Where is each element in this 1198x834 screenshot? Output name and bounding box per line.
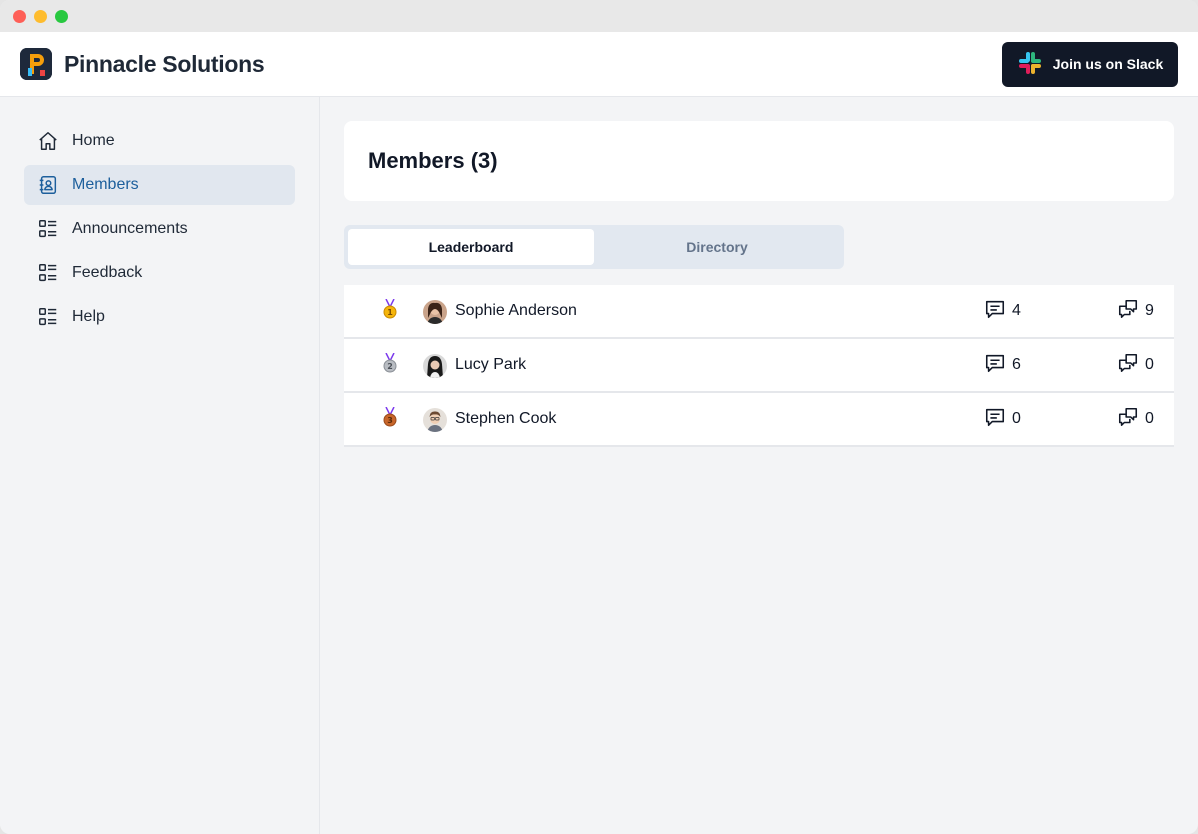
svg-text:1: 1: [387, 308, 393, 317]
svg-text:3: 3: [387, 416, 393, 425]
app-logo: [20, 48, 52, 80]
app-name: Pinnacle Solutions: [64, 50, 265, 77]
member-name[interactable]: Stephen Cook: [455, 410, 556, 428]
replies-value: 0: [1145, 356, 1154, 373]
bronze-medal-icon: 3: [382, 406, 398, 434]
comment-icon: [984, 298, 1006, 325]
main-area: Home Members Announcements Feedback Help…: [0, 97, 1198, 834]
replies-count: 0: [1117, 352, 1154, 379]
comments-value: 6: [1012, 356, 1021, 373]
sidebar-item-help[interactable]: Help: [24, 297, 295, 337]
slack-icon: [1017, 50, 1043, 79]
comments-count: 4: [984, 298, 1021, 325]
avatar: [423, 300, 447, 324]
sidebar-item-members[interactable]: Members: [24, 165, 295, 205]
replies-value: 9: [1145, 302, 1154, 319]
contacts-icon: [36, 173, 60, 197]
window-titlebar: [0, 0, 1198, 32]
replies-count: 0: [1117, 406, 1154, 433]
table-row[interactable]: 2 Lucy Park 6 0: [344, 339, 1174, 393]
leaderboard-list: 1 Sophie Anderson 4 9 2 Lucy Park 6 0 3 …: [344, 285, 1174, 447]
table-row[interactable]: 3 Stephen Cook 0 0: [344, 393, 1174, 447]
member-name[interactable]: Lucy Park: [455, 356, 526, 374]
silver-medal-icon: 2: [382, 352, 398, 380]
comments-count: 6: [984, 352, 1021, 379]
replies-value: 0: [1145, 410, 1154, 427]
svg-text:2: 2: [387, 362, 393, 371]
comment-icon: [984, 406, 1006, 433]
sidebar-item-label: Feedback: [72, 264, 143, 281]
replies-icon: [1117, 298, 1139, 325]
replies-icon: [1117, 352, 1139, 379]
comments-count: 0: [984, 406, 1021, 433]
tab-leaderboard[interactable]: Leaderboard: [348, 229, 594, 265]
replies-count: 9: [1117, 298, 1154, 325]
brand[interactable]: Pinnacle Solutions: [20, 48, 265, 80]
list-icon: [36, 217, 60, 241]
minimize-window-button[interactable]: [34, 9, 47, 23]
list-icon: [36, 305, 60, 329]
join-slack-label: Join us on Slack: [1052, 56, 1164, 72]
sidebar-item-label: Help: [72, 308, 105, 325]
close-window-button[interactable]: [13, 9, 26, 23]
comment-icon: [984, 352, 1006, 379]
avatar: [423, 408, 447, 432]
table-row[interactable]: 1 Sophie Anderson 4 9: [344, 285, 1174, 339]
member-name[interactable]: Sophie Anderson: [455, 302, 577, 320]
gold-medal-icon: 1: [382, 298, 398, 326]
app-window: Pinnacle Solutions Join us on Slack Home…: [0, 0, 1198, 834]
comments-value: 4: [1012, 302, 1021, 319]
content-area: Members (3) Leaderboard Directory 1 Soph…: [320, 97, 1198, 834]
sidebar: Home Members Announcements Feedback Help: [0, 97, 320, 834]
view-tabs: Leaderboard Directory: [344, 225, 844, 269]
replies-icon: [1117, 406, 1139, 433]
page-title: Members (3): [368, 148, 498, 173]
app-header: Pinnacle Solutions Join us on Slack: [0, 32, 1198, 97]
maximize-window-button[interactable]: [55, 9, 68, 23]
avatar: [423, 354, 447, 378]
home-icon: [36, 129, 60, 153]
sidebar-item-home[interactable]: Home: [24, 121, 295, 161]
sidebar-item-feedback[interactable]: Feedback: [24, 253, 295, 293]
list-icon: [36, 261, 60, 285]
sidebar-item-label: Members: [72, 176, 139, 193]
comments-value: 0: [1012, 410, 1021, 427]
sidebar-item-announcements[interactable]: Announcements: [24, 209, 295, 249]
sidebar-item-label: Home: [72, 132, 115, 149]
sidebar-item-label: Announcements: [72, 220, 188, 237]
join-slack-button[interactable]: Join us on Slack: [1002, 41, 1178, 87]
tab-directory[interactable]: Directory: [594, 229, 840, 265]
page-header-card: Members (3): [344, 121, 1174, 201]
